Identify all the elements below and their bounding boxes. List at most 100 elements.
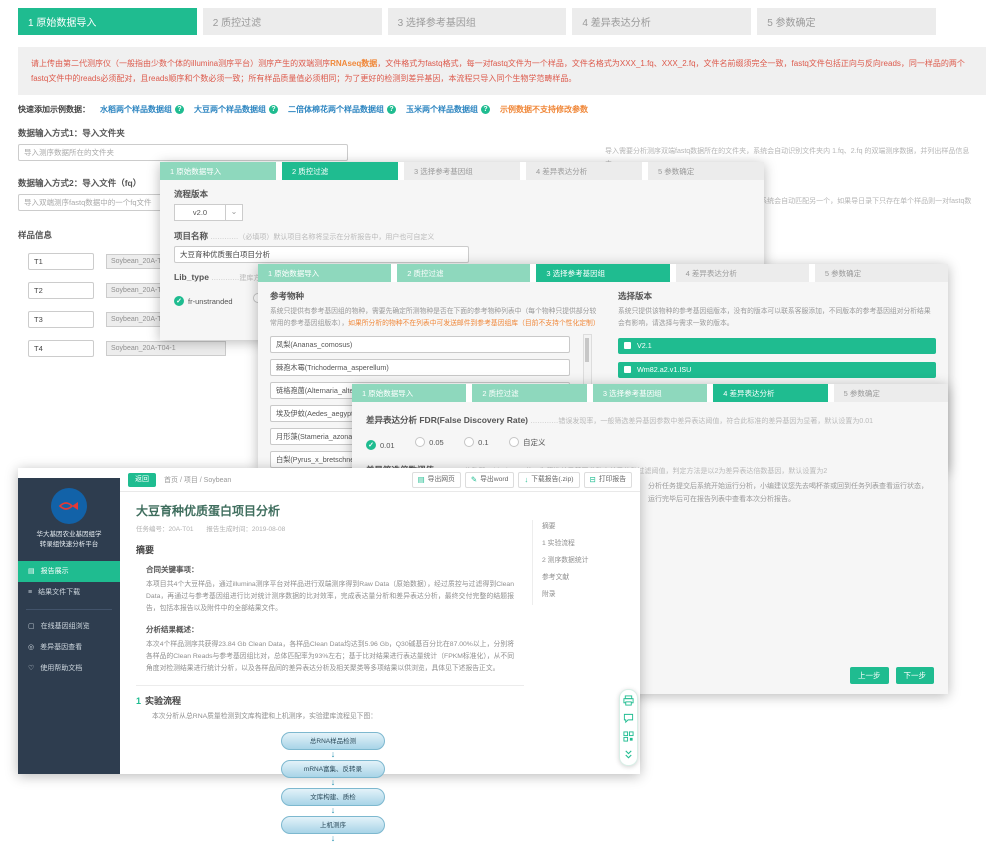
radio-icon — [509, 437, 519, 447]
report-toc: 摘要 1 实验流程 2 测序数据统计 参考文献 附录 — [532, 520, 630, 605]
tab-step2[interactable]: 2 质控过滤 — [203, 8, 382, 35]
sample-id-input[interactable] — [28, 311, 94, 328]
tab-step1[interactable]: 1 原始数据导入 — [352, 384, 466, 402]
print-report-button[interactable]: ⊟打印报告 — [584, 472, 632, 488]
collapse-chevrons-icon[interactable] — [623, 749, 634, 760]
fdr-option-001[interactable]: ✓0.01 — [366, 440, 395, 450]
section-divider — [136, 685, 524, 686]
tab-step5[interactable]: 5 参数确定 — [757, 8, 936, 35]
report-window: 华大基因农业基因组学 转录组快速分析平台 ▤报告展示 ≡结果文件下载 ▢在线基因… — [18, 468, 640, 774]
checkbox-icon[interactable] — [624, 342, 631, 349]
tab-step5[interactable]: 5 参数确定 — [648, 162, 764, 180]
next-step-button[interactable]: 下一步 — [896, 667, 935, 684]
sample-id-input[interactable] — [28, 340, 94, 357]
species-desc-highlight: 如果所分析的物种不在列表中可发送邮件到参考基因组库（目前不支持个性化定制） — [348, 320, 599, 327]
help-icon[interactable]: ? — [481, 105, 490, 114]
report-title: 大豆育种优质蛋白项目分析 — [136, 502, 624, 519]
wizard-tabs: 1 原始数据导入 2 质控过滤 3 选择参考基因组 4 差异表达分析 5 参数确… — [18, 8, 936, 35]
report-content: 大豆育种优质蛋白项目分析 任务编号：20A-T01 报告生成时间：2019-08… — [120, 492, 640, 854]
fdr-option-custom[interactable]: 自定义 — [509, 437, 546, 448]
sidebar-menu: ▤报告展示 ≡结果文件下载 ▢在线基因组浏览 ◎差异基因查看 ♡使用帮助文档 — [18, 561, 120, 679]
help-icon[interactable]: ? — [387, 105, 396, 114]
sidebar-item-downloads[interactable]: ≡结果文件下载 — [18, 582, 120, 603]
prev-step-button[interactable]: 上一步 — [850, 667, 889, 684]
tab-step3[interactable]: 3 选择参考基因组 — [404, 162, 520, 180]
pipeline-version-select[interactable]: v2.0 ⌄ — [174, 204, 750, 221]
sample-file-value: Soybean_20A-T04-1 — [106, 341, 226, 356]
target-icon: ◎ — [28, 643, 34, 651]
upload-notice: 请上传由第二代测序仪（一般指由少数个体的illumina测序平台）测序产生的双端… — [18, 47, 986, 95]
checkbox-icon[interactable] — [624, 366, 631, 373]
quick-link-maize[interactable]: 玉米两个样品数据组? — [406, 104, 490, 115]
tab-step2[interactable]: 2 质控过滤 — [282, 162, 398, 180]
version-value: v2.0 — [174, 204, 226, 221]
platform-title: 华大基因农业基因组学 转录组快速分析平台 — [18, 530, 120, 551]
species-title: 参考物种 — [270, 290, 600, 302]
toc-item[interactable]: 摘要 — [542, 520, 630, 530]
quick-link-cotton[interactable]: 二倍体棉花两个样品数据组? — [288, 104, 396, 115]
help-icon[interactable]: ? — [269, 105, 278, 114]
scrollbar-thumb[interactable] — [585, 338, 589, 362]
tab-step3[interactable]: 3 选择参考基因组 — [388, 8, 567, 35]
back-button[interactable]: 返回 — [128, 473, 156, 487]
sidebar-item-help[interactable]: ♡使用帮助文档 — [18, 658, 120, 679]
toc-item[interactable]: 1 实验流程 — [542, 537, 630, 547]
sidebar-item-deg-view[interactable]: ◎差异基因查看 — [18, 637, 120, 658]
flow-step: 上机测序 — [281, 816, 385, 834]
sidebar-item-report[interactable]: ▤报告展示 — [18, 561, 120, 582]
report-topbar: 返回 首页 / 项目 / Soybean ▤导出网页 ✎导出word ↓下载报告… — [120, 468, 640, 492]
project-name-input[interactable] — [174, 246, 469, 263]
flow-step: mRNA富集、反转录 — [281, 760, 385, 778]
wizard-tabs: 1 原始数据导入 2 质控过滤 3 选择参考基因组 4 差异表达分析 5 参数确… — [352, 384, 948, 402]
list-icon: ≡ — [28, 589, 32, 596]
export-html-button[interactable]: ▤导出网页 — [412, 472, 461, 488]
species-item[interactable]: 棘孢木霉(Trichoderma_asperellum) — [270, 359, 570, 376]
printer-icon[interactable] — [623, 695, 634, 706]
fdr-option-01[interactable]: 0.1 — [464, 437, 488, 447]
sample-id-input[interactable] — [28, 282, 94, 299]
tab-step1[interactable]: 1 原始数据导入 — [160, 162, 276, 180]
tab-step5[interactable]: 5 参数确定 — [834, 384, 948, 402]
tab-step4[interactable]: 4 差异表达分析 — [676, 264, 809, 282]
genome-version-option[interactable]: Wm82.a2.v1.ISU — [618, 362, 936, 378]
report-sidebar: 华大基因农业基因组学 转录组快速分析平台 ▤报告展示 ≡结果文件下载 ▢在线基因… — [18, 478, 120, 774]
quick-link-soybean[interactable]: 大豆两个样品数据组? — [194, 104, 278, 115]
tab-step3[interactable]: 3 选择参考基因组 — [536, 264, 669, 282]
report-icon: ▤ — [28, 567, 35, 575]
tab-step2[interactable]: 2 质控过滤 — [472, 384, 586, 402]
tab-step4[interactable]: 4 差异表达分析 — [713, 384, 827, 402]
print-icon: ⊟ — [590, 473, 596, 487]
export-word-button[interactable]: ✎导出word — [465, 472, 515, 488]
folder-input[interactable] — [18, 144, 348, 161]
toc-item[interactable]: 2 测序数据统计 — [542, 554, 630, 564]
quick-link-rice[interactable]: 水稻两个样品数据组? — [100, 104, 184, 115]
pipeline-version-label: 流程版本 — [174, 188, 750, 200]
fish-logo-icon — [58, 499, 80, 513]
chevron-down-icon[interactable]: ⌄ — [226, 204, 243, 221]
tab-step5[interactable]: 5 参数确定 — [815, 264, 948, 282]
tab-step4[interactable]: 4 差异表达分析 — [572, 8, 751, 35]
tab-step1[interactable]: 1 原始数据导入 — [258, 264, 391, 282]
qrcode-icon[interactable] — [623, 731, 634, 742]
sidebar-item-genome-browser[interactable]: ▢在线基因组浏览 — [18, 616, 120, 637]
flow-step: 总RNA样品检测 — [281, 732, 385, 750]
libtype-option-unstranded[interactable]: ✓ fr-unstranded — [174, 296, 233, 306]
tab-step3[interactable]: 3 选择参考基因组 — [593, 384, 707, 402]
run-tip-text: 分析任务提交后系统开始运行分析，小编建议您先去喝杯茶或回到任务列表查看运行状态，… — [648, 480, 930, 507]
contract-paragraph: 本项目共4个大豆样品，通过illumina测序平台对样品进行双端测序得到Raw … — [146, 579, 514, 616]
genome-version-option[interactable]: V2.1 — [618, 338, 936, 354]
download-zip-button[interactable]: ↓下载报告(.zip) — [518, 472, 579, 488]
feedback-chat-icon[interactable] — [623, 713, 634, 724]
help-icon[interactable]: ? — [175, 105, 184, 114]
toc-item[interactable]: 附录 — [542, 588, 630, 598]
tab-step1[interactable]: 1 原始数据导入 — [18, 8, 197, 35]
tab-step4[interactable]: 4 差异表达分析 — [526, 162, 642, 180]
radio-checked-icon: ✓ — [366, 440, 376, 450]
fdr-option-005[interactable]: 0.05 — [415, 437, 444, 447]
toc-item[interactable]: 参考文献 — [542, 571, 630, 581]
page-icon: ▤ — [418, 473, 425, 487]
sample-id-input[interactable] — [28, 253, 94, 270]
arrow-down-icon: ↓ — [281, 834, 385, 844]
tab-step2[interactable]: 2 质控过滤 — [397, 264, 530, 282]
species-item[interactable]: 凤梨(Ananas_comosus) — [270, 336, 570, 353]
